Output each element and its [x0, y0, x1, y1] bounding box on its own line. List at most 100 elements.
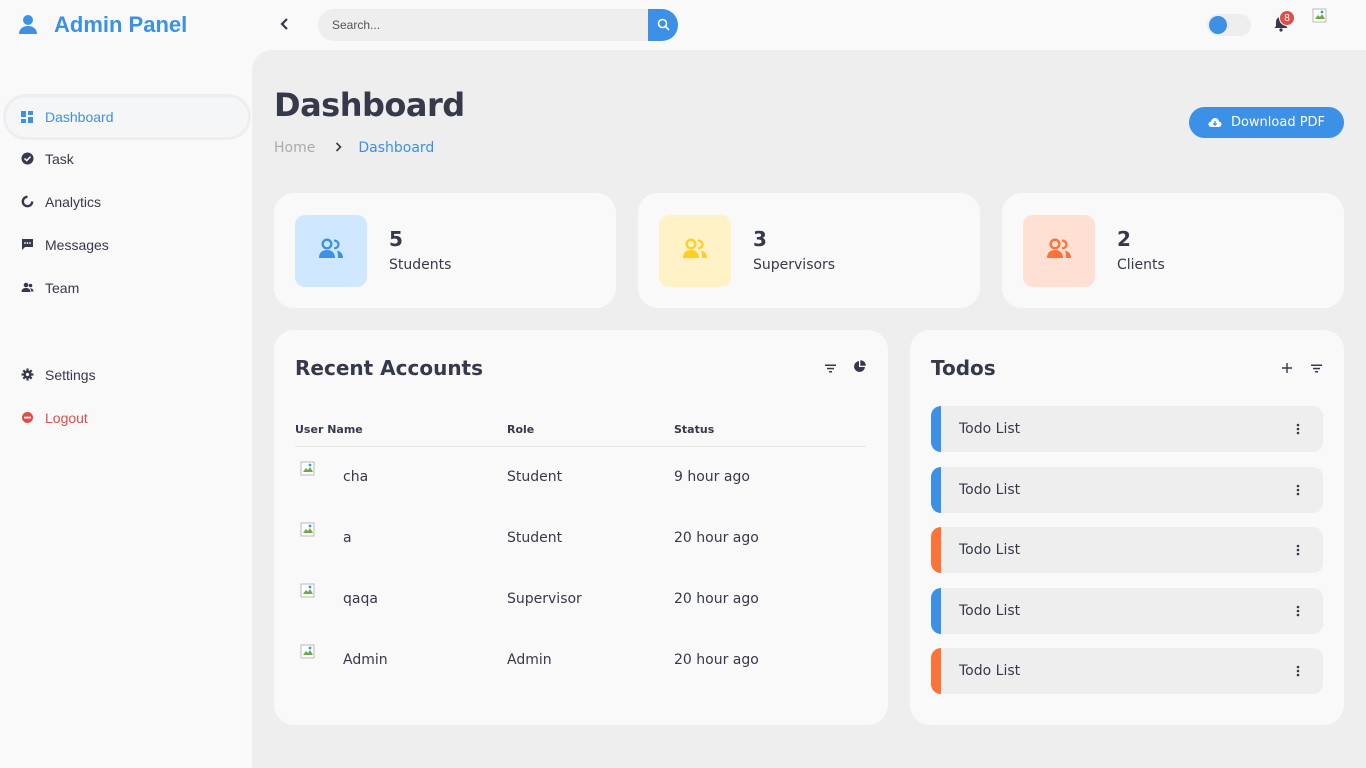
- stat-icon-box: [1023, 215, 1095, 287]
- table-row[interactable]: qaqa Supervisor 20 hour ago: [295, 569, 866, 630]
- sidebar-item-label: Logout: [45, 409, 88, 426]
- todo-status-bar: [931, 527, 941, 573]
- brand-title: Admin Panel: [54, 12, 188, 37]
- todo-status-bar: [931, 406, 941, 452]
- people-icon: [317, 237, 345, 265]
- more-vertical-icon[interactable]: [1295, 421, 1301, 437]
- chevron-right-icon: [335, 141, 342, 155]
- gear-icon: [20, 368, 34, 382]
- more-vertical-icon[interactable]: [1295, 663, 1301, 679]
- pie-chart-icon: [853, 358, 866, 377]
- message-icon: [20, 238, 34, 252]
- status-cell: 9 hour ago: [674, 469, 750, 485]
- stat-value: 2: [1117, 227, 1131, 251]
- add-todo-button[interactable]: [1280, 360, 1294, 374]
- more-vertical-icon[interactable]: [1295, 542, 1301, 558]
- breadcrumb-current-link[interactable]: Dashboard: [358, 140, 434, 156]
- broken-image-icon: [300, 522, 318, 540]
- page-title: Dashboard: [274, 86, 465, 124]
- table-header-row: User Name Role Status: [295, 414, 866, 447]
- todo-item[interactable]: Todo List: [931, 406, 1323, 452]
- breadcrumb: Home Dashboard: [274, 140, 434, 156]
- stat-icon-box: [295, 215, 367, 287]
- sidebar-item-dashboard[interactable]: Dashboard: [6, 97, 248, 137]
- download-pdf-label: Download PDF: [1230, 115, 1326, 130]
- more-vertical-icon[interactable]: [1295, 482, 1301, 498]
- stat-label: Clients: [1117, 257, 1165, 273]
- todo-item[interactable]: Todo List: [931, 648, 1323, 694]
- dashboard-icon: [20, 110, 34, 124]
- breadcrumb-home-link[interactable]: Home: [274, 140, 315, 156]
- todos-panel: Todos Todo List Todo List Todo List Todo…: [910, 330, 1344, 725]
- sidebar-toggle-button[interactable]: [276, 15, 292, 35]
- status-cell: 20 hour ago: [674, 530, 759, 546]
- sidebar-item-label: Team: [45, 279, 80, 296]
- main-content: Dashboard Home Dashboard Download PDF 5 …: [252, 50, 1366, 768]
- user-name: qaqa: [343, 591, 378, 607]
- search-icon: [657, 16, 670, 35]
- stat-value: 5: [389, 227, 403, 251]
- theme-switch[interactable]: [1207, 14, 1251, 36]
- sidebar-item-settings[interactable]: Settings: [0, 353, 252, 396]
- sidebar-item-messages[interactable]: Messages: [0, 223, 252, 266]
- broken-image-icon: [300, 644, 318, 662]
- plus-icon: [1282, 358, 1292, 377]
- profile-avatar[interactable]: [1312, 8, 1328, 24]
- search-input[interactable]: [318, 9, 648, 41]
- sidebar-item-label: Settings: [45, 366, 96, 383]
- theme-switch-knob: [1209, 16, 1227, 34]
- stat-label: Students: [389, 257, 452, 273]
- todo-status-bar: [931, 588, 941, 634]
- user-cell: Admin: [295, 630, 507, 691]
- table-row[interactable]: Admin Admin 20 hour ago: [295, 630, 866, 691]
- todo-label: Todo List: [959, 482, 1021, 498]
- role-cell: Admin: [507, 652, 552, 668]
- logout-icon: [20, 411, 34, 425]
- download-pdf-button[interactable]: Download PDF: [1189, 107, 1344, 138]
- stat-label: Supervisors: [753, 257, 836, 273]
- cloud-download-icon: [1208, 117, 1222, 128]
- people-icon: [1045, 237, 1073, 265]
- filter-icon: [824, 358, 836, 377]
- column-header: User Name: [295, 414, 507, 447]
- panel-title: Todos: [931, 356, 996, 380]
- sidebar-item-logout[interactable]: Logout: [0, 396, 252, 439]
- sidebar-item-task[interactable]: Task: [0, 137, 252, 180]
- todo-item[interactable]: Todo List: [931, 527, 1323, 573]
- todo-label: Todo List: [959, 421, 1021, 437]
- status-cell: 20 hour ago: [674, 591, 759, 607]
- stat-card-supervisors: 3 Supervisors: [638, 193, 980, 308]
- todo-item[interactable]: Todo List: [931, 588, 1323, 634]
- column-header: Status: [674, 414, 866, 447]
- table-row[interactable]: cha Student 9 hour ago: [295, 446, 866, 508]
- todo-label: Todo List: [959, 603, 1021, 619]
- chart-button[interactable]: [852, 358, 866, 377]
- sidebar-item-label: Analytics: [45, 193, 102, 210]
- sidebar-item-team[interactable]: Team: [0, 266, 252, 309]
- more-vertical-icon[interactable]: [1295, 603, 1301, 619]
- brand[interactable]: Admin Panel: [18, 12, 187, 38]
- user-name: cha: [343, 469, 369, 485]
- search-button[interactable]: [648, 9, 678, 41]
- people-icon: [681, 237, 709, 265]
- role-cell: Student: [507, 530, 563, 546]
- broken-image-icon: [300, 583, 318, 601]
- filter-icon: [1310, 358, 1322, 377]
- side-menu: Dashboard Task Analytics Messages Team: [0, 94, 252, 309]
- team-icon: [20, 281, 34, 295]
- sidebar-item-analytics[interactable]: Analytics: [0, 180, 252, 223]
- filter-button[interactable]: [823, 360, 837, 374]
- stat-value: 3: [753, 227, 767, 251]
- broken-image-icon: [1312, 8, 1328, 28]
- panel-title: Recent Accounts: [295, 356, 484, 380]
- analytics-icon: [20, 195, 34, 209]
- chevron-left-icon: [279, 16, 289, 35]
- todo-status-bar: [931, 648, 941, 694]
- todo-item[interactable]: Todo List: [931, 467, 1323, 513]
- user-cell: a: [295, 508, 507, 569]
- filter-button[interactable]: [1309, 360, 1323, 374]
- check-circle-icon: [20, 152, 34, 166]
- recent-accounts-panel: Recent Accounts User Name Role Status ch…: [274, 330, 888, 725]
- role-cell: Student: [507, 469, 563, 485]
- table-row[interactable]: a Student 20 hour ago: [295, 508, 866, 569]
